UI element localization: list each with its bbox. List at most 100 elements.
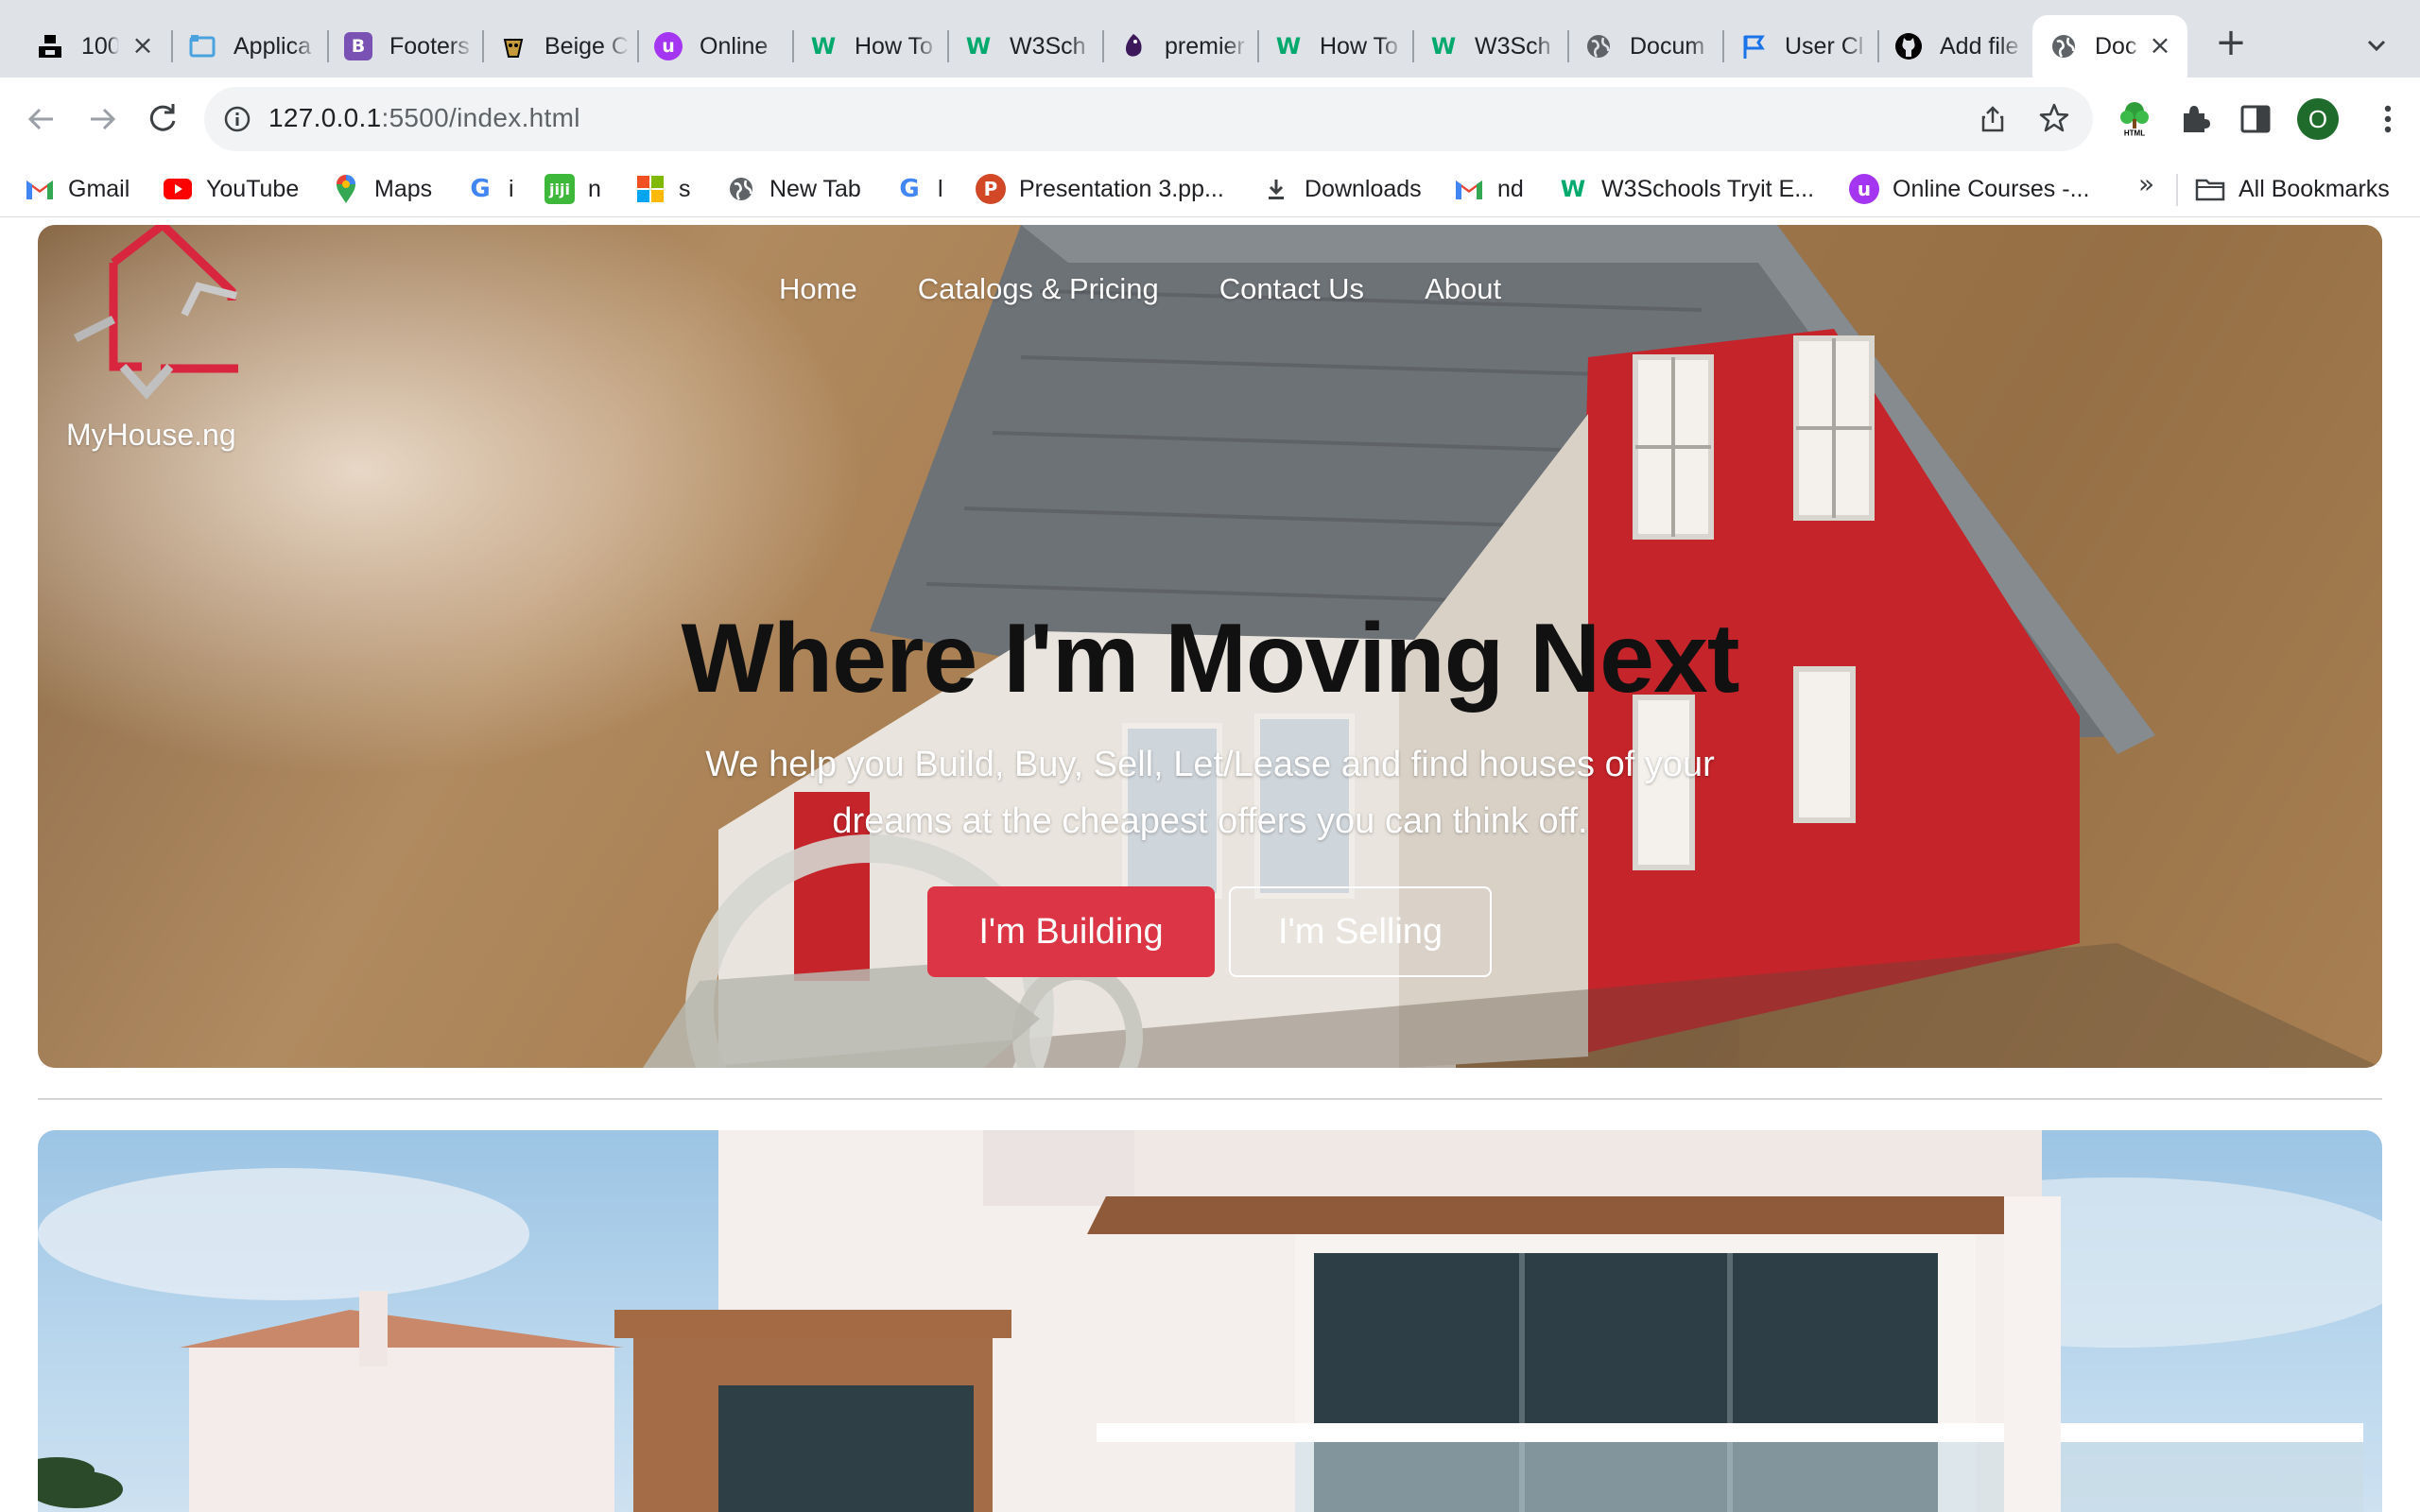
tab-title: User Cl: [1785, 32, 1864, 60]
udemy-icon: u: [654, 32, 683, 60]
gmail-icon: [1454, 174, 1484, 204]
html-extension-button[interactable]: HTML: [2114, 98, 2155, 140]
tab-docum[interactable]: Docum: [1567, 15, 1722, 77]
modern-house-image: [38, 1130, 2382, 1512]
browser-toolbar: 127.0.0.1:5500/index.html HTML O: [0, 77, 2420, 161]
nav-contact-us[interactable]: Contact Us: [1219, 272, 1364, 306]
tab-active-doc[interactable]: Doc ×: [2032, 15, 2187, 77]
close-icon[interactable]: ×: [129, 31, 157, 60]
info-icon[interactable]: [223, 105, 251, 133]
bookmark-online-courses[interactable]: u Online Courses -...: [1849, 172, 2089, 206]
tab-title: Docum: [1630, 32, 1705, 60]
extensions-button[interactable]: [2174, 98, 2216, 140]
bookmark-label: s: [679, 175, 691, 202]
star-icon[interactable]: [2038, 102, 2070, 134]
powerpoint-icon: P: [976, 174, 1006, 204]
tab-beige[interactable]: Beige C: [482, 15, 637, 77]
nav-about[interactable]: About: [1425, 272, 1501, 306]
bookmark-label: Downloads: [1305, 175, 1422, 202]
bookmark-google-l[interactable]: G l: [894, 172, 942, 206]
w3schools-icon: W: [965, 33, 992, 60]
w3schools-icon: W: [1430, 33, 1457, 60]
url-host: 127.0.0.1: [268, 103, 382, 132]
nav-catalogs-pricing[interactable]: Catalogs & Pricing: [918, 272, 1159, 306]
tab-search-button[interactable]: [2360, 28, 2394, 62]
tab-user[interactable]: User Cl: [1722, 15, 1877, 77]
microsoft-icon: [635, 174, 666, 204]
back-button[interactable]: [21, 98, 62, 140]
tab-w3sch-1[interactable]: W W3Sch: [947, 15, 1102, 77]
address-bar[interactable]: 127.0.0.1:5500/index.html: [204, 87, 2093, 151]
tab-premier[interactable]: premier: [1102, 15, 1257, 77]
tab-howto-1[interactable]: W How To: [792, 15, 947, 77]
tab-footers[interactable]: B Footers: [327, 15, 482, 77]
bookmark-youtube[interactable]: YouTube: [163, 172, 299, 206]
bookmark-downloads[interactable]: Downloads: [1261, 172, 1422, 206]
more-bookmarks-button[interactable]: »: [2138, 168, 2154, 199]
menu-button[interactable]: [2367, 98, 2409, 140]
brand-name[interactable]: MyHouse.ng: [66, 418, 236, 453]
tab-unsplash[interactable]: 100 ×: [19, 15, 170, 77]
reload-button[interactable]: [142, 98, 183, 140]
tab-title: Add file: [1940, 32, 2019, 60]
chevron-down-icon: [2367, 40, 2386, 52]
house-logo-icon: [73, 225, 238, 400]
side-panel-button[interactable]: [2235, 98, 2276, 140]
bookmark-google-i[interactable]: G i: [465, 172, 514, 206]
new-tab-button[interactable]: +: [2212, 24, 2250, 62]
bookmark-label: W3Schools Tryit E...: [1601, 175, 1815, 202]
google-icon: G: [899, 175, 920, 203]
selling-button[interactable]: I'm Selling: [1229, 886, 1492, 977]
nav-home[interactable]: Home: [779, 272, 857, 306]
avatar[interactable]: O: [2297, 98, 2339, 140]
brand-logo[interactable]: [57, 225, 246, 404]
tab-online[interactable]: u Online: [637, 15, 792, 77]
main-nav: Home Catalogs & Pricing Contact Us About: [779, 272, 1562, 306]
google-icon: G: [470, 175, 491, 203]
tab-applica[interactable]: Applica: [171, 15, 326, 77]
bookmark-w3schools-tryit[interactable]: W W3Schools Tryit E...: [1558, 172, 1814, 206]
bookmark-new-tab[interactable]: New Tab: [726, 172, 861, 206]
bookmark-label: Online Courses -...: [1893, 175, 2090, 202]
hero-headline: Where I'm Moving Next: [681, 604, 1740, 713]
bookmark-microsoft[interactable]: s: [635, 172, 691, 206]
all-bookmarks-button[interactable]: All Bookmarks: [2195, 172, 2390, 206]
bookmark-maps[interactable]: Maps: [331, 172, 432, 206]
forward-button[interactable]: [81, 98, 123, 140]
building-button[interactable]: I'm Building: [927, 886, 1215, 977]
svg-text:HTML: HTML: [2124, 129, 2145, 138]
udemy-icon: u: [1849, 174, 1879, 204]
tab-title: Footers: [389, 32, 470, 60]
tab-w3sch-2[interactable]: W W3Sch: [1412, 15, 1567, 77]
tab-title: How To: [1320, 32, 1398, 60]
url-text[interactable]: 127.0.0.1:5500/index.html: [268, 103, 580, 133]
tab-title: premier: [1165, 32, 1245, 60]
bookmark-label: nd: [1497, 175, 1524, 202]
close-icon[interactable]: ×: [2146, 31, 2174, 60]
w3schools-icon: W: [810, 33, 837, 60]
bookmark-gmail[interactable]: Gmail: [25, 172, 130, 206]
tab-github[interactable]: Add file: [1877, 15, 2032, 77]
tab-howto-2[interactable]: W How To: [1257, 15, 1412, 77]
hero-subtitle: We help you Build, Buy, Sell, Let/Lease …: [705, 745, 1715, 841]
arrow-right-icon: [91, 108, 116, 130]
globe-icon: [2049, 32, 2078, 60]
bookmark-jiji[interactable]: jiji n: [544, 172, 601, 206]
share-icon[interactable]: [1978, 104, 2008, 134]
bookmark-label: i: [509, 175, 514, 202]
bookmarks-divider: [2176, 174, 2178, 206]
bookmark-label: Maps: [374, 175, 433, 202]
tab-title: Doc: [2095, 32, 2137, 60]
gmail-icon: [25, 174, 55, 204]
bookmark-gmail-nd[interactable]: nd: [1454, 172, 1524, 206]
app-icon: [188, 32, 216, 60]
jiji-icon: jiji: [544, 174, 575, 204]
tab-title: How To: [855, 32, 933, 60]
globe-icon: [1584, 32, 1613, 60]
tab-title: Applica: [233, 32, 311, 60]
puzzle-icon: [2184, 106, 2210, 132]
bookmark-label: New Tab: [769, 175, 861, 202]
bookmark-label: All Bookmarks: [2238, 175, 2390, 202]
bookmark-presentation[interactable]: P Presentation 3.pp...: [976, 172, 1224, 206]
tab-title: W3Sch: [1010, 32, 1086, 60]
